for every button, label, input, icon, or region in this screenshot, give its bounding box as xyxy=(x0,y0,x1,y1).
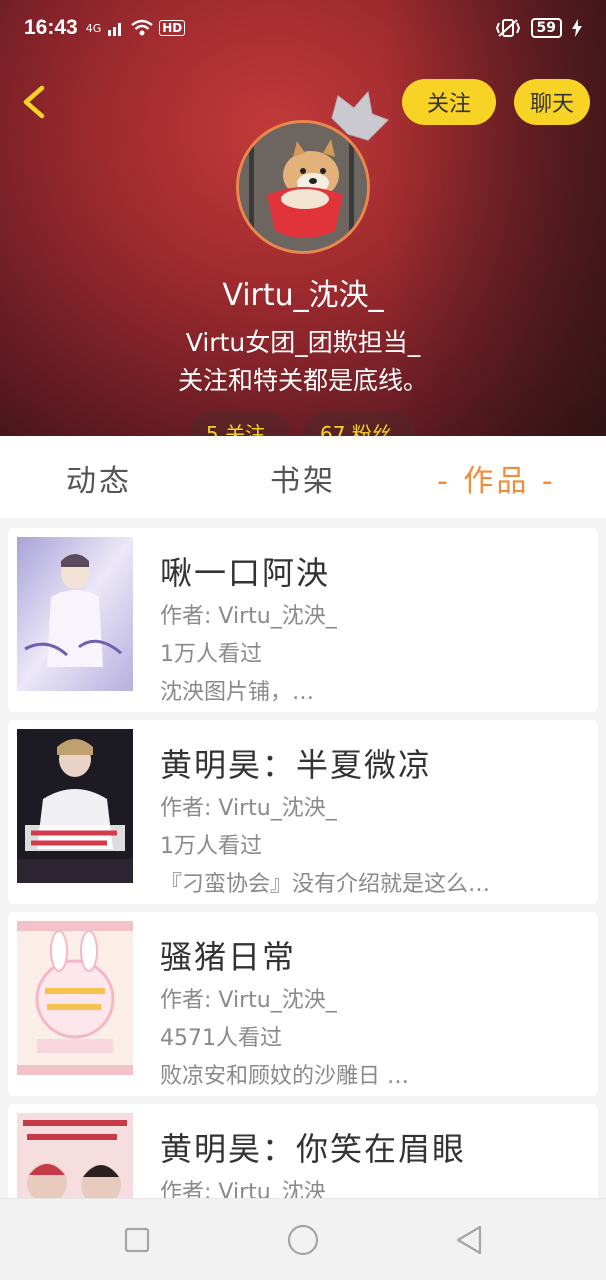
work-author: 作者: Virtu_沈泱_ xyxy=(160,1180,337,1198)
status-time: 16:43 xyxy=(24,16,78,39)
back-triangle-icon[interactable] xyxy=(452,1223,486,1257)
home-circle-icon[interactable] xyxy=(286,1223,320,1257)
charging-icon xyxy=(572,19,582,37)
vibrate-icon xyxy=(495,19,520,37)
profile-tabs: 动态 书架 - 作品 - xyxy=(0,436,606,518)
work-description: 『刁蛮协会』没有介绍就是这么… xyxy=(160,872,491,897)
network-label: 4G xyxy=(85,21,102,35)
work-author: 作者: Virtu_沈泱_ xyxy=(160,604,337,629)
tab-works[interactable]: - 作品 - xyxy=(437,456,556,500)
work-description: 败凉安和顾妏的沙雕日 … xyxy=(160,1064,409,1089)
signal-icon xyxy=(108,23,122,36)
chat-button[interactable]: 聊天 xyxy=(514,79,590,125)
work-views: 1万人看过 xyxy=(160,834,262,859)
work-cover xyxy=(17,921,133,1075)
back-chevron-icon[interactable] xyxy=(16,82,56,122)
work-card[interactable]: 黄明昊：半夏微凉 作者: Virtu_沈泱_ 1万人看过 『刁蛮协会』没有介绍就… xyxy=(8,720,598,904)
bio-line-1: Virtu女团_团欺担当_ xyxy=(185,328,421,357)
work-title: 啾一口阿泱 xyxy=(160,554,331,592)
bio-line-2: 关注和特关都是底线。 xyxy=(177,366,428,395)
status-icons: 4G HD xyxy=(86,19,186,37)
username: Virtu_沈泱_ xyxy=(222,278,384,313)
work-description: 沈泱图片铺，… xyxy=(160,680,315,705)
work-cover xyxy=(17,729,133,883)
follow-button[interactable]: 关注 xyxy=(402,79,496,125)
work-card[interactable]: 黄明昊：你笑在眉眼 作者: Virtu_沈泱_ xyxy=(8,1104,598,1198)
work-views: 1万人看过 xyxy=(160,642,262,667)
work-cover xyxy=(17,1113,133,1198)
work-card[interactable]: 啾一口阿泱 作者: Virtu_沈泱_ 1万人看过 沈泱图片铺，… xyxy=(8,528,598,712)
work-card[interactable]: 骚猪日常 作者: Virtu_沈泱_ 4571人看过 败凉安和顾妏的沙雕日 … xyxy=(8,912,598,1096)
tab-moments[interactable]: 动态 xyxy=(66,456,132,500)
system-nav-bar xyxy=(0,1198,606,1280)
crown-icon xyxy=(331,90,389,141)
work-title: 骚猪日常 xyxy=(160,938,297,976)
wifi-icon xyxy=(131,19,153,36)
recents-square-icon[interactable] xyxy=(120,1223,154,1257)
work-author: 作者: Virtu_沈泱_ xyxy=(160,796,337,821)
hd-label: HD xyxy=(159,20,186,36)
work-title: 黄明昊：半夏微凉 xyxy=(160,746,433,784)
work-views: 4571人看过 xyxy=(160,1026,282,1051)
work-author: 作者: Virtu_沈泱_ xyxy=(160,988,337,1013)
work-title: 黄明昊：你笑在眉眼 xyxy=(160,1130,467,1168)
work-cover xyxy=(17,537,133,691)
bio: Virtu女团_团欺担当_ 关注和特关都是底线。 xyxy=(0,324,606,400)
status-bar: 16:43 4G HD 59 xyxy=(0,0,606,56)
tab-bookshelf[interactable]: 书架 xyxy=(270,456,336,500)
battery-indicator: 59 xyxy=(530,18,562,38)
works-list: 啾一口阿泱 作者: Virtu_沈泱_ 1万人看过 沈泱图片铺，… 黄明昊：半夏… xyxy=(0,518,606,1198)
